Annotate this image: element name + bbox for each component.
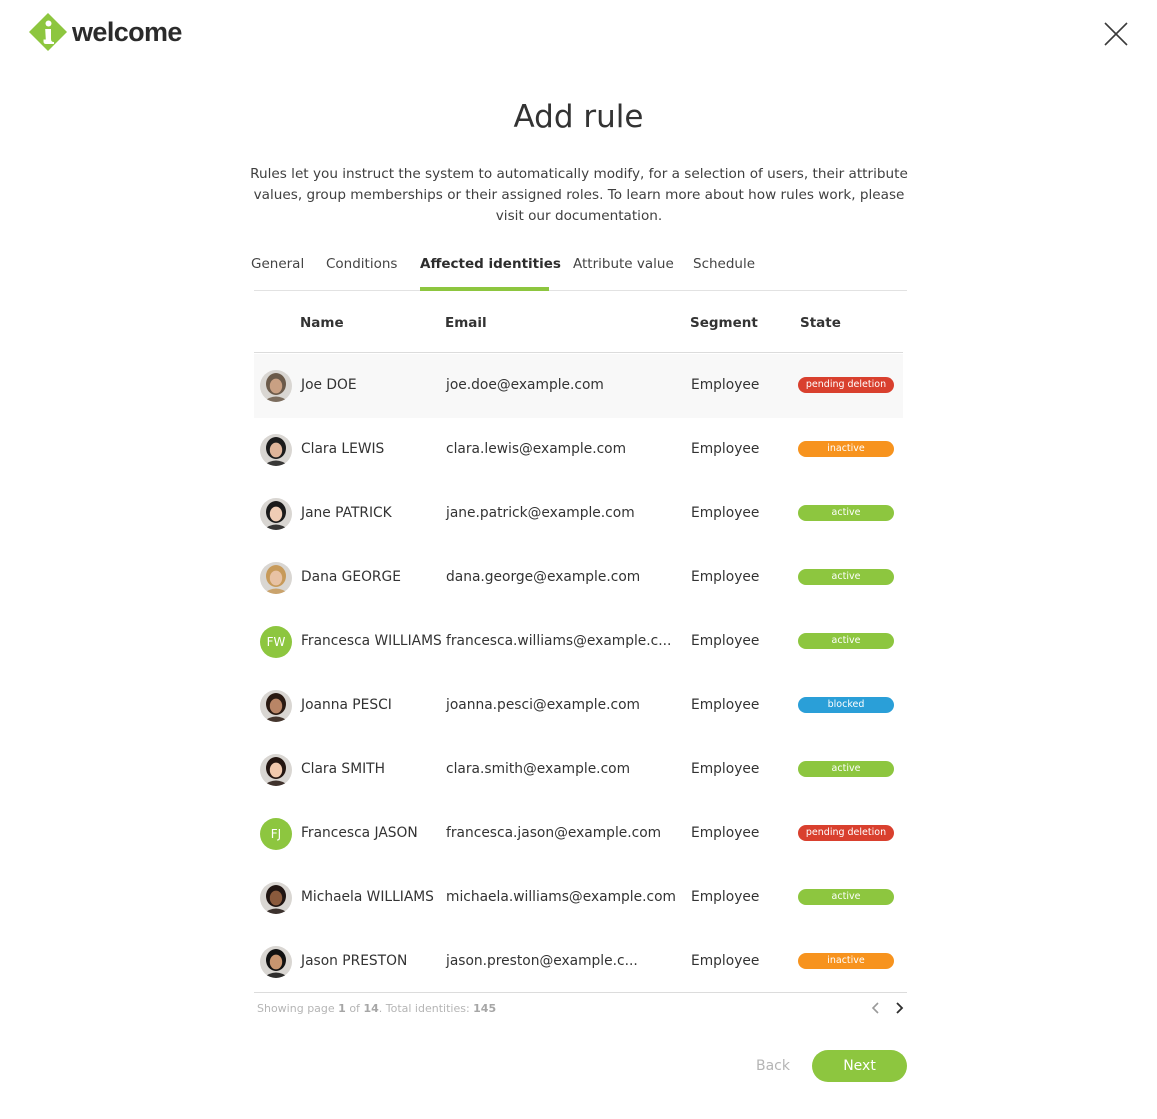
logo-mark-icon (29, 13, 67, 51)
avatar (260, 946, 292, 978)
avatar (260, 882, 292, 914)
identity-segment: Employee (691, 697, 760, 713)
identity-name: Dana GEORGE (301, 569, 401, 585)
identity-email: jane.patrick@example.com (446, 505, 635, 521)
column-header-name[interactable]: Name (300, 315, 344, 331)
table-row[interactable]: Michaela WILLIAMS michaela.williams@examp… (254, 866, 903, 930)
tab-schedule[interactable]: Schedule (693, 256, 755, 272)
table-row[interactable]: FW Francesca WILLIAMS francesca.williams@e… (254, 610, 903, 674)
identity-segment: Employee (691, 761, 760, 777)
identity-email: dana.george@example.com (446, 569, 641, 585)
status-badge: active (798, 633, 894, 649)
status-badge: active (798, 505, 894, 521)
status-badge: inactive (798, 441, 894, 457)
identity-name: Francesca JASON (301, 825, 418, 841)
avatar: FJ (260, 818, 292, 850)
table-footer-divider (254, 992, 907, 993)
pagination-summary: Showing page 1 of 14. Total identities: … (257, 1002, 496, 1015)
identity-email: francesca.jason@example.com (446, 825, 662, 841)
table-row[interactable]: Dana GEORGE dana.george@example.com Employ… (254, 546, 903, 610)
column-header-segment[interactable]: Segment (690, 315, 758, 331)
status-badge: pending deletion (798, 825, 894, 841)
tab-conditions[interactable]: Conditions (326, 256, 397, 272)
avatar (260, 754, 292, 786)
status-badge: active (798, 761, 894, 777)
identity-name: Jason PRESTON (301, 953, 408, 969)
identity-segment: Employee (691, 889, 760, 905)
total-identities-label: . Total identities: (378, 1002, 470, 1015)
close-icon[interactable] (1101, 19, 1131, 49)
status-badge: pending deletion (798, 377, 894, 393)
brand-name: welcome (72, 16, 182, 47)
avatar (260, 562, 292, 594)
table-row[interactable]: Jason PRESTON jason.preston@example.c... E… (254, 930, 903, 994)
identity-segment: Employee (691, 505, 760, 521)
column-header-email[interactable]: Email (445, 315, 487, 331)
identity-segment: Employee (691, 441, 760, 457)
avatar (260, 434, 292, 466)
avatar (260, 498, 292, 530)
identity-name: Francesca WILLIAMS (301, 633, 442, 649)
identity-email: clara.smith@example.com (446, 761, 631, 777)
of-label: of (349, 1002, 360, 1015)
tab-affected-identities[interactable]: Affected identities (420, 256, 561, 272)
identity-email: joe.doe@example.com (446, 377, 604, 393)
identity-name: Michaela WILLIAMS (301, 889, 434, 905)
table-row[interactable]: Joe DOE joe.doe@example.com Employee pendin… (254, 354, 903, 418)
table-header: Name Email Segment State (254, 294, 903, 353)
identity-segment: Employee (691, 569, 760, 585)
total-pages: 14 (363, 1002, 379, 1015)
current-page: 1 (338, 1002, 346, 1015)
identity-email: joanna.pesci@example.com (446, 697, 640, 713)
identity-email: jason.preston@example.c... (446, 953, 638, 969)
identity-name: Clara LEWIS (301, 441, 385, 457)
page-description: Rules let you instruct the system to aut… (250, 166, 908, 224)
table-row[interactable]: Clara LEWIS clara.lewis@example.com Employ… (254, 418, 903, 482)
table-row[interactable]: Joanna PESCI joanna.pesci@example.com Empl… (254, 674, 903, 738)
identity-segment: Employee (691, 825, 760, 841)
identity-name: Joanna PESCI (301, 697, 392, 713)
status-badge: inactive (798, 953, 894, 969)
identity-segment: Employee (691, 377, 760, 393)
next-button[interactable]: Next (812, 1050, 907, 1082)
status-badge: blocked (798, 697, 894, 713)
table-row[interactable]: Clara SMITH clara.smith@example.com Employ… (254, 738, 903, 802)
tab-attribute-value[interactable]: Attribute value (573, 256, 674, 272)
table-row[interactable]: Jane PATRICK jane.patrick@example.com Empl… (254, 482, 903, 546)
active-tab-indicator (420, 287, 549, 291)
wizard-tabs: General Conditions Affected identities A… (251, 244, 907, 291)
showing-page-label: Showing page (257, 1002, 335, 1015)
identity-name: Jane PATRICK (301, 505, 392, 521)
identity-email: michaela.williams@example.com (446, 889, 676, 905)
column-header-state[interactable]: State (800, 315, 841, 331)
identity-email: francesca.williams@example.c... (446, 633, 672, 649)
avatar: FW (260, 626, 292, 658)
identity-segment: Employee (691, 633, 760, 649)
identity-email: clara.lewis@example.com (446, 441, 627, 457)
chevron-left-icon[interactable] (868, 999, 884, 1017)
tab-general[interactable]: General (251, 256, 304, 272)
back-button[interactable]: Back (742, 1050, 804, 1082)
page-title: Add rule (513, 99, 644, 135)
avatar (260, 690, 292, 722)
identity-name: Clara SMITH (301, 761, 385, 777)
avatar (260, 370, 292, 402)
status-badge: active (798, 889, 894, 905)
chevron-right-icon[interactable] (891, 999, 907, 1017)
table-row[interactable]: FJ Francesca JASON francesca.jason@example… (254, 802, 903, 866)
identity-name: Joe DOE (301, 377, 357, 393)
total-identities: 145 (473, 1002, 497, 1015)
identity-segment: Employee (691, 953, 760, 969)
status-badge: active (798, 569, 894, 585)
app-logo: welcome (28, 12, 182, 52)
